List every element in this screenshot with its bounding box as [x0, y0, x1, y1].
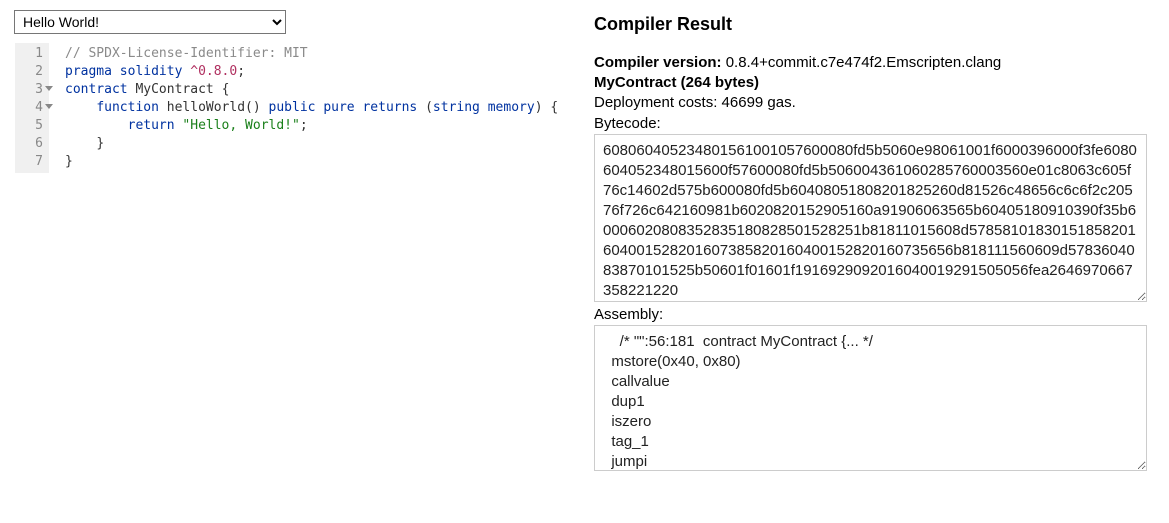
assembly-label: Assembly: [594, 306, 1155, 323]
editor-gutter: 1234567 [15, 43, 49, 173]
compiler-version-line: Compiler version: 0.8.4+commit.c7e474f2.… [594, 53, 1155, 73]
code-line[interactable]: return "Hello, World!"; [65, 117, 558, 135]
line-number: 3 [25, 81, 43, 99]
line-number: 5 [25, 117, 43, 135]
bytecode-output[interactable]: 608060405234801561001057600080fd5b5060e9… [594, 134, 1147, 302]
right-column: Compiler Result Compiler version: 0.8.4+… [594, 10, 1155, 513]
line-number: 6 [25, 135, 43, 153]
code-line[interactable]: // SPDX-License-Identifier: MIT [65, 45, 558, 63]
deployment-cost: Deployment costs: 46699 gas. [594, 93, 1155, 113]
code-line[interactable]: contract MyContract { [65, 81, 558, 99]
line-number: 1 [25, 45, 43, 63]
code-line[interactable]: function helloWorld() public pure return… [65, 99, 558, 117]
result-title: Compiler Result [594, 14, 1155, 35]
app-layout: Hello World! 1234567 // SPDX-License-Ide… [14, 10, 1155, 513]
contract-line: MyContract (264 bytes) [594, 73, 1155, 93]
line-number: 7 [25, 153, 43, 171]
code-editor[interactable]: 1234567 // SPDX-License-Identifier: MITp… [14, 42, 574, 174]
left-column: Hello World! 1234567 // SPDX-License-Ide… [14, 10, 574, 513]
editor-code[interactable]: // SPDX-License-Identifier: MITpragma so… [49, 43, 568, 173]
code-line[interactable]: } [65, 135, 558, 153]
file-select[interactable]: Hello World! [14, 10, 286, 34]
compiler-version-value: 0.8.4+commit.c7e474f2.Emscripten.clang [726, 54, 1002, 71]
line-number: 2 [25, 63, 43, 81]
code-line[interactable]: } [65, 153, 558, 171]
bytecode-label: Bytecode: [594, 115, 1155, 132]
assembly-output[interactable]: /* "":56:181 contract MyContract {... */… [594, 325, 1147, 471]
compiler-version-label: Compiler version: [594, 54, 722, 71]
line-number: 4 [25, 99, 43, 117]
code-line[interactable]: pragma solidity ^0.8.0; [65, 63, 558, 81]
